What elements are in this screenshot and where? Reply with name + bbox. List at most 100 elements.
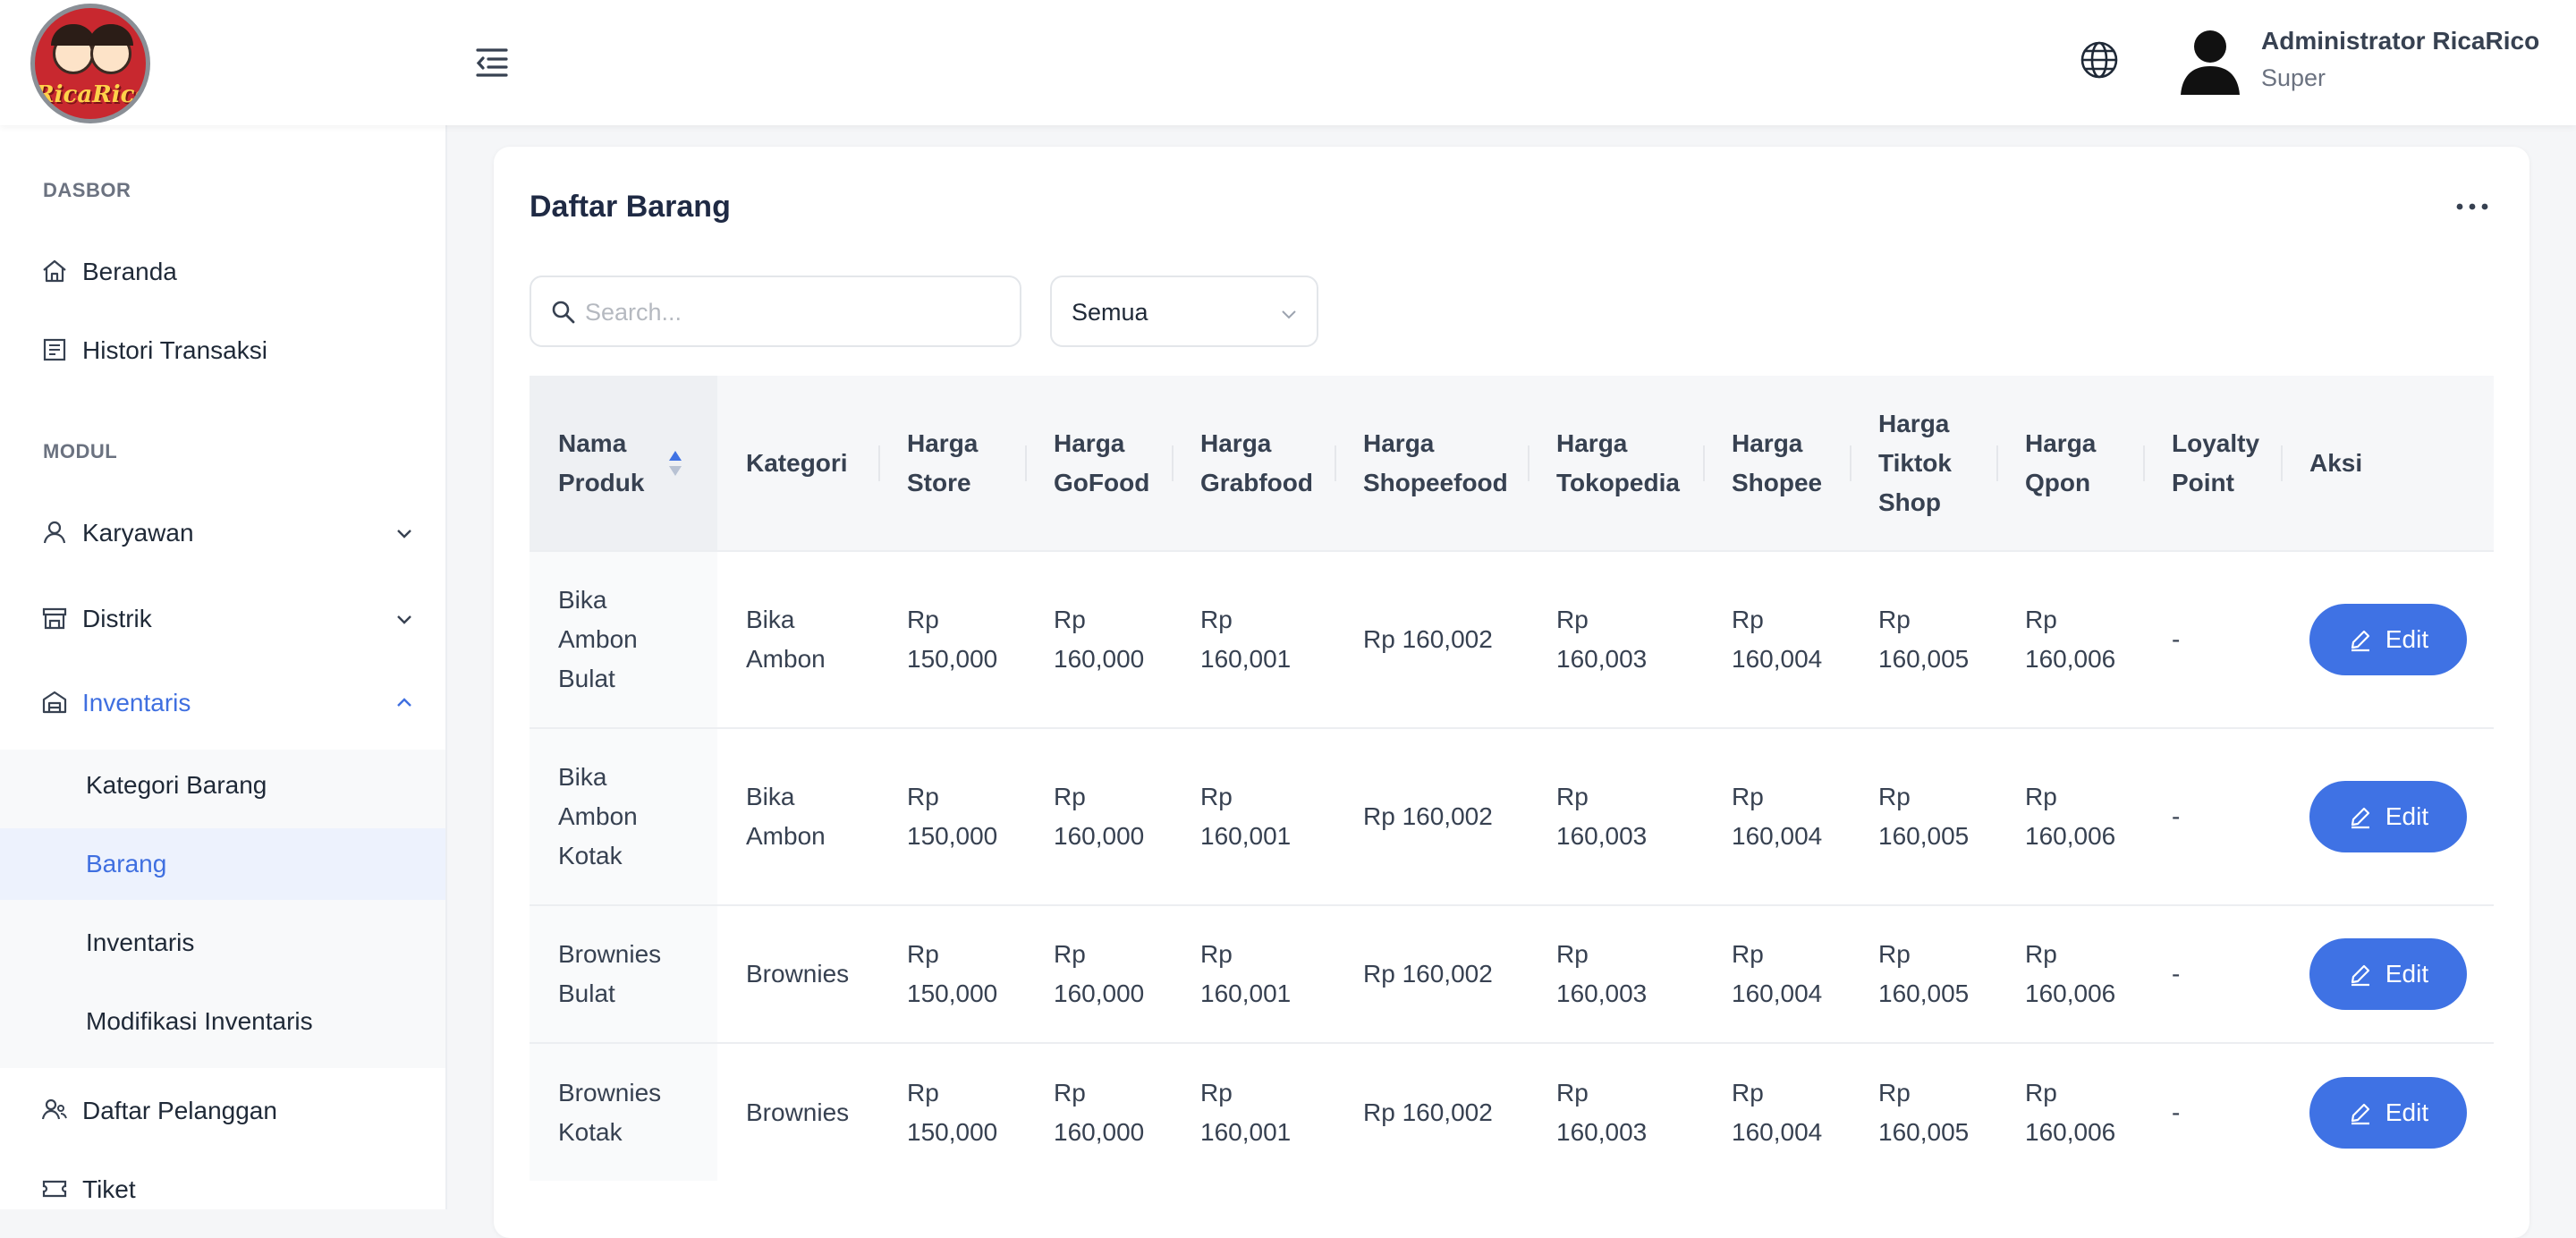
- category-filter-select[interactable]: Semua: [1050, 276, 1318, 347]
- column-header-harga-store[interactable]: Harga Store: [878, 376, 1025, 551]
- cell-harga-tokopedia: Rp 160,003: [1528, 727, 1703, 905]
- table-row: Brownies Kotak Brownies Rp 150,000 Rp 16…: [530, 1042, 2494, 1181]
- cell-aksi: Edit: [2281, 904, 2494, 1043]
- chevron-down-icon: [397, 615, 411, 624]
- edit-button[interactable]: Edit: [2309, 938, 2467, 1010]
- cell-harga-qpon: Rp 160,006: [1996, 727, 2143, 905]
- cell-harga-shopeefood: Rp 160,002: [1335, 550, 1528, 728]
- cell-harga-tiktok-shop: Rp 160,005: [1850, 727, 1996, 905]
- sidebar-item-distrik[interactable]: Distrik: [0, 585, 445, 649]
- cell-nama-produk: Bika Ambon Bulat: [530, 550, 717, 728]
- cell-text: Rp 160,005: [1878, 1078, 1970, 1146]
- cell-harga-grabfood: Rp 160,001: [1172, 550, 1335, 728]
- column-header-label: Harga Shopeefood: [1363, 428, 1508, 496]
- cell-harga-grabfood: Rp 160,001: [1172, 1042, 1335, 1181]
- sidebar-item-beranda[interactable]: Beranda: [0, 238, 445, 302]
- ricarico-logo[interactable]: RicaRico: [30, 4, 150, 123]
- cell-text: Rp 160,005: [1878, 606, 1970, 673]
- cell-text: Rp 160,003: [1556, 940, 1648, 1007]
- column-header-loyalty-point[interactable]: Loyalty Point: [2143, 376, 2281, 551]
- cell-harga-grabfood: Rp 160,001: [1172, 904, 1335, 1043]
- edit-button-label: Edit: [2385, 1098, 2429, 1126]
- cell-text: Rp 160,000: [1054, 1078, 1145, 1146]
- cell-text: -: [2172, 960, 2181, 988]
- cell-harga-tiktok-shop: Rp 160,005: [1850, 1042, 1996, 1181]
- inventaris-submenu: Kategori Barang Barang Inventaris Modifi…: [0, 750, 445, 1068]
- user-name[interactable]: Administrator RicaRico: [2261, 27, 2539, 55]
- cell-text: Rp 160,001: [1200, 940, 1292, 1007]
- cell-loyalty-point: -: [2143, 727, 2281, 905]
- cell-text: Bika Ambon Bulat: [558, 586, 638, 692]
- cell-kategori: Bika Ambon: [717, 727, 878, 905]
- cell-text: Rp 160,000: [1054, 606, 1145, 673]
- edit-button-label: Edit: [2385, 625, 2429, 653]
- submenu-item-barang[interactable]: Barang: [0, 828, 445, 900]
- cell-text: Rp 160,001: [1200, 1078, 1292, 1146]
- column-header-label: Loyalty Point: [2172, 428, 2260, 496]
- column-header-aksi: Aksi: [2281, 376, 2494, 551]
- sidebar-item-tiket[interactable]: Tiket: [0, 1156, 445, 1220]
- edit-button[interactable]: Edit: [2309, 781, 2467, 852]
- submenu-item-label: Inventaris: [86, 928, 195, 956]
- cell-harga-gofood: Rp 160,000: [1025, 550, 1172, 728]
- column-header-nama-produk[interactable]: Nama Produk: [530, 376, 717, 551]
- globe-icon[interactable]: [2079, 39, 2120, 81]
- submenu-item-kategori-barang[interactable]: Kategori Barang: [0, 750, 445, 821]
- store-icon: [42, 607, 67, 630]
- cell-text: Rp 160,002: [1363, 625, 1493, 653]
- cell-text: Rp 160,006: [2025, 1078, 2116, 1146]
- sidebar-item-inventaris[interactable]: Inventaris: [0, 669, 445, 733]
- sort-icon[interactable]: [667, 449, 683, 478]
- cell-loyalty-point: -: [2143, 904, 2281, 1043]
- column-header-harga-qpon[interactable]: Harga Qpon: [1996, 376, 2143, 551]
- cell-text: Brownies Kotak: [558, 1078, 662, 1146]
- cell-harga-shopeefood: Rp 160,002: [1335, 727, 1528, 905]
- sidebar-item-label: Tiket: [82, 1175, 136, 1203]
- pencil-icon: [2351, 964, 2369, 987]
- cell-nama-produk: Bika Ambon Kotak: [530, 727, 717, 905]
- receipt-icon: [43, 338, 66, 361]
- chevron-up-icon: [397, 698, 411, 707]
- cell-text: -: [2172, 625, 2181, 653]
- warehouse-icon: [42, 691, 67, 714]
- product-table: Nama Produk Kategori Harga Store Harga G…: [530, 376, 2494, 1181]
- column-header-harga-tokopedia[interactable]: Harga Tokopedia: [1528, 376, 1703, 551]
- sidebar-item-karyawan[interactable]: Karyawan: [0, 499, 445, 564]
- column-header-label: Kategori: [746, 448, 848, 477]
- column-header-label: Aksi: [2309, 448, 2363, 477]
- user-avatar-icon[interactable]: [2179, 27, 2241, 95]
- submenu-item-modifikasi-inventaris[interactable]: Modifikasi Inventaris: [0, 986, 445, 1057]
- cell-harga-grabfood: Rp 160,001: [1172, 727, 1335, 905]
- column-header-label: Harga Shopee: [1732, 428, 1823, 496]
- cell-text: Rp 160,002: [1363, 802, 1493, 830]
- edit-button[interactable]: Edit: [2309, 1076, 2467, 1149]
- column-header-harga-tiktok-shop[interactable]: Harga Tiktok Shop: [1850, 376, 1996, 551]
- column-header-harga-shopeefood[interactable]: Harga Shopeefood: [1335, 376, 1528, 551]
- cell-text: -: [2172, 802, 2181, 830]
- column-header-harga-gofood[interactable]: Harga GoFood: [1025, 376, 1172, 551]
- sidebar: DASBOR Beranda Histori Transaksi MODUL K…: [0, 125, 447, 1209]
- column-header-harga-grabfood[interactable]: Harga Grabfood: [1172, 376, 1335, 551]
- table-row: Brownies Bulat Brownies Rp 150,000 Rp 16…: [530, 904, 2494, 1043]
- home-icon: [43, 259, 66, 283]
- cell-harga-qpon: Rp 160,006: [1996, 550, 2143, 728]
- cell-text: Rp 160,003: [1556, 783, 1648, 850]
- submenu-item-inventaris[interactable]: Inventaris: [0, 907, 445, 979]
- search-input[interactable]: [585, 290, 1005, 335]
- sidebar-item-label: Beranda: [82, 258, 177, 285]
- cell-text: Brownies Bulat: [558, 940, 662, 1007]
- column-header-label: Harga Grabfood: [1200, 428, 1313, 496]
- menu-collapse-icon[interactable]: [470, 41, 513, 84]
- cell-text: Rp 160,004: [1732, 1078, 1823, 1146]
- user-role: Super: [2261, 64, 2326, 91]
- cell-text: Rp 160,003: [1556, 1078, 1648, 1146]
- sidebar-item-histori-transaksi[interactable]: Histori Transaksi: [0, 317, 445, 381]
- column-header-label: Harga Tiktok Shop: [1878, 409, 1952, 516]
- sidebar-item-daftar-pelanggan[interactable]: Daftar Pelanggan: [0, 1077, 445, 1141]
- more-horizontal-icon[interactable]: [2453, 193, 2492, 220]
- column-header-kategori[interactable]: Kategori: [717, 376, 878, 551]
- edit-button[interactable]: Edit: [2309, 604, 2467, 675]
- column-header-harga-shopee[interactable]: Harga Shopee: [1703, 376, 1850, 551]
- cell-loyalty-point: -: [2143, 550, 2281, 728]
- cell-harga-gofood: Rp 160,000: [1025, 904, 1172, 1043]
